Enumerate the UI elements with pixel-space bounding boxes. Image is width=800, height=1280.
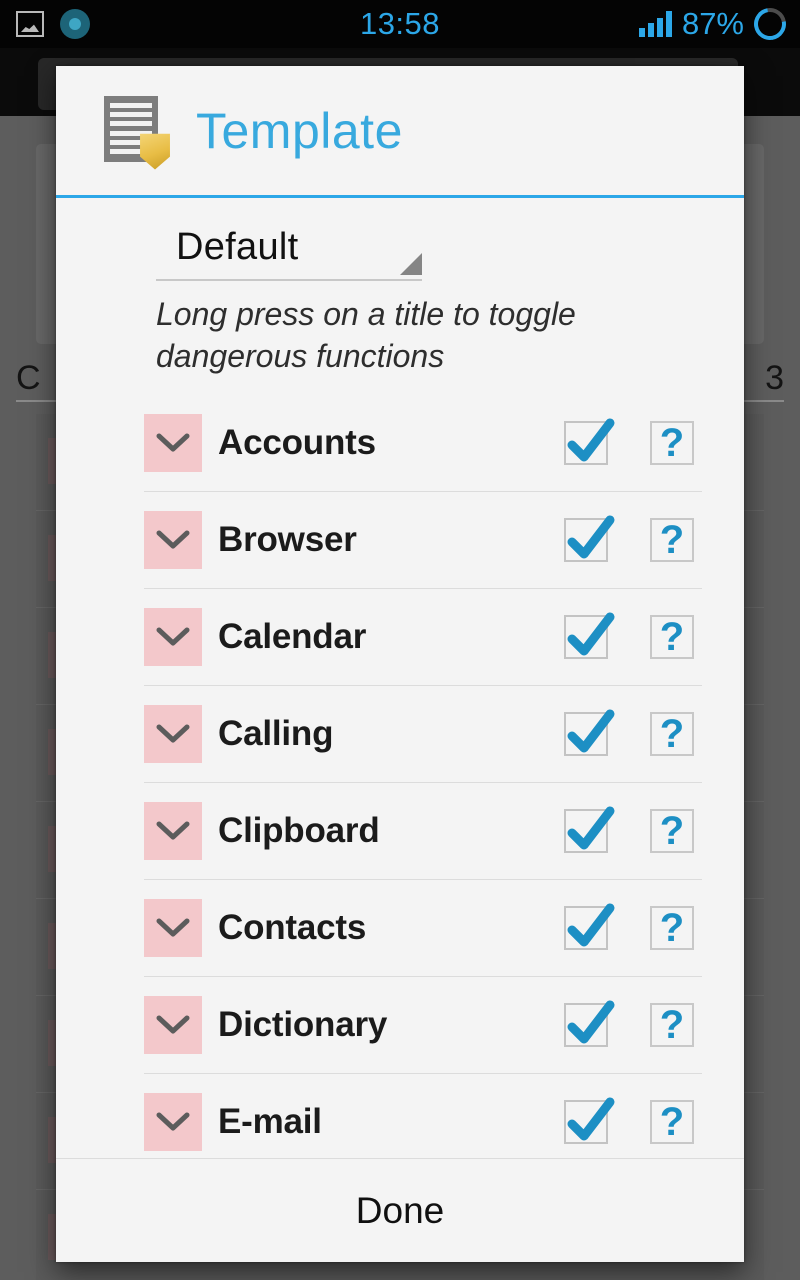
list-item[interactable]: Clipboard ? bbox=[144, 783, 702, 881]
dialog-footer: Done bbox=[56, 1158, 744, 1262]
enable-checkbox[interactable] bbox=[564, 612, 615, 660]
list-item[interactable]: Contacts ? bbox=[144, 880, 702, 978]
chevron-down-icon[interactable] bbox=[144, 511, 202, 570]
battery-percent-label: 87% bbox=[681, 6, 744, 41]
chevron-down-icon[interactable] bbox=[144, 802, 202, 861]
chevron-down-icon[interactable] bbox=[144, 705, 202, 764]
list-item[interactable]: Dictionary ? bbox=[144, 977, 702, 1075]
chevron-down-icon[interactable] bbox=[144, 996, 202, 1055]
battery-ring-icon bbox=[747, 1, 793, 47]
enable-checkbox[interactable] bbox=[564, 709, 615, 757]
template-dialog: Template Default Long press on a title t… bbox=[56, 66, 744, 1262]
template-spinner[interactable]: Default bbox=[156, 226, 422, 281]
question-mark-icon[interactable]: ? bbox=[650, 809, 694, 854]
question-mark-icon[interactable]: ? bbox=[650, 1003, 694, 1048]
question-mark-icon[interactable]: ? bbox=[650, 712, 694, 757]
chevron-down-icon[interactable] bbox=[144, 1093, 202, 1152]
background-tab-right-label: 3 bbox=[765, 358, 784, 397]
list-item[interactable]: Browser ? bbox=[144, 492, 702, 590]
list-item-label: E-mail bbox=[218, 1102, 322, 1142]
question-mark-icon[interactable]: ? bbox=[650, 421, 694, 466]
list-item[interactable]: Accounts ? bbox=[144, 395, 702, 493]
list-item[interactable]: E-mail ? bbox=[144, 1074, 702, 1158]
dialog-body: Default Long press on a title to toggle … bbox=[56, 198, 744, 1158]
enable-checkbox[interactable] bbox=[564, 1000, 615, 1048]
chevron-down-icon[interactable] bbox=[144, 899, 202, 958]
status-bar-right-icons: 87% bbox=[638, 0, 793, 48]
page-title: Template bbox=[196, 102, 403, 159]
dropdown-caret-icon bbox=[400, 253, 422, 275]
background-tab-left-label: C bbox=[16, 358, 41, 397]
enable-checkbox[interactable] bbox=[564, 806, 615, 854]
question-mark-icon[interactable]: ? bbox=[650, 1100, 694, 1145]
status-bar: 13:58 87% bbox=[0, 0, 800, 48]
list-item-label: Calendar bbox=[218, 617, 367, 657]
list-item[interactable]: Calendar ? bbox=[144, 589, 702, 687]
enable-checkbox[interactable] bbox=[564, 418, 615, 466]
hint-text: Long press on a title to toggle dangerou… bbox=[156, 296, 576, 375]
list-item-label: Dictionary bbox=[218, 1005, 388, 1045]
spinner-container: Default bbox=[56, 226, 744, 281]
list-item-label: Browser bbox=[218, 520, 357, 560]
chevron-down-icon[interactable] bbox=[144, 608, 202, 667]
question-mark-icon[interactable]: ? bbox=[650, 518, 694, 563]
enable-checkbox[interactable] bbox=[564, 515, 615, 563]
phone-screen: C 3 13:58 87% Template Default Long pres… bbox=[0, 0, 800, 1280]
list-item-label: Clipboard bbox=[218, 811, 380, 851]
chevron-down-icon[interactable] bbox=[144, 414, 202, 473]
list-item-label: Contacts bbox=[218, 908, 367, 948]
list-item-label: Accounts bbox=[218, 423, 376, 463]
enable-checkbox[interactable] bbox=[564, 903, 615, 951]
list-item-label: Calling bbox=[218, 714, 334, 754]
done-button[interactable]: Done bbox=[356, 1190, 444, 1232]
question-mark-icon[interactable]: ? bbox=[650, 615, 694, 660]
enable-checkbox[interactable] bbox=[564, 1097, 615, 1145]
dialog-header: Template bbox=[56, 66, 744, 198]
question-mark-icon[interactable]: ? bbox=[650, 906, 694, 951]
signal-bars-icon bbox=[638, 11, 672, 37]
template-spinner-value: Default bbox=[176, 226, 299, 268]
function-list[interactable]: Accounts ? Browser ? Calendar ? Calling … bbox=[56, 395, 744, 1158]
shield-icon bbox=[140, 133, 170, 170]
document-shield-icon bbox=[104, 95, 170, 170]
list-item[interactable]: Calling ? bbox=[144, 686, 702, 784]
